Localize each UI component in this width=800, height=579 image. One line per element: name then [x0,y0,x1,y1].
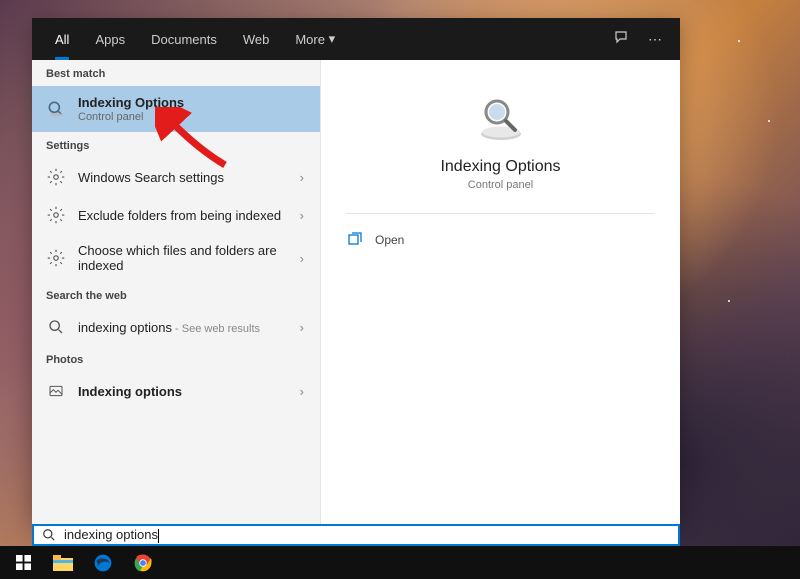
result-title: indexing options - See web results [78,320,288,335]
taskbar-chrome[interactable] [124,546,162,579]
section-photos: Photos [32,346,320,372]
magnifier-icon [46,99,66,119]
result-title: Exclude folders from being indexed [78,208,288,223]
indexing-options-icon [473,90,529,146]
search-input[interactable]: indexing options [64,527,670,543]
gear-icon [46,248,66,268]
section-best-match: Best match [32,60,320,86]
search-box[interactable]: indexing options [32,524,680,546]
result-title: Choose which files and folders are index… [78,243,288,273]
search-icon [42,528,56,542]
taskbar [0,546,800,579]
photo-icon [46,381,66,401]
action-label: Open [375,233,404,247]
result-windows-search-settings[interactable]: Windows Search settings › [32,158,320,196]
result-title: Indexing options [78,384,288,399]
start-button[interactable] [4,546,42,579]
tab-apps[interactable]: Apps [82,18,138,60]
search-panel: All Apps Documents Web More ▾ ⋯ Best mat… [32,18,680,524]
result-choose-files-folders[interactable]: Choose which files and folders are index… [32,234,320,282]
taskbar-file-explorer[interactable] [44,546,82,579]
tab-all[interactable]: All [42,18,82,60]
open-icon [347,232,363,248]
chevron-right-icon: › [300,170,306,185]
result-indexing-options[interactable]: Indexing Options Control panel [32,86,320,132]
chevron-right-icon: › [300,320,306,335]
chevron-right-icon: › [300,251,306,266]
more-options-icon[interactable]: ⋯ [648,31,662,48]
feedback-icon[interactable] [614,30,630,49]
search-icon [46,317,66,337]
section-settings: Settings [32,132,320,158]
result-title: Indexing Options [78,95,306,110]
section-search-web: Search the web [32,282,320,308]
search-tabs: All Apps Documents Web More ▾ ⋯ [32,18,680,60]
chevron-right-icon: › [300,384,306,399]
action-open[interactable]: Open [343,224,658,256]
tab-more[interactable]: More ▾ [282,18,348,60]
result-subtitle: Control panel [78,111,306,123]
result-photos[interactable]: Indexing options › [32,372,320,410]
detail-pane: Indexing Options Control panel Open [320,60,680,524]
detail-subtitle: Control panel [468,179,533,191]
chevron-right-icon: › [300,208,306,223]
result-title: Windows Search settings [78,170,288,185]
results-list: Best match Indexing Options Control pane… [32,60,320,524]
gear-icon [46,205,66,225]
detail-title: Indexing Options [440,158,560,176]
gear-icon [46,167,66,187]
tab-web[interactable]: Web [230,18,283,60]
result-exclude-folders[interactable]: Exclude folders from being indexed › [32,196,320,234]
result-web-search[interactable]: indexing options - See web results › [32,308,320,346]
taskbar-edge[interactable] [84,546,122,579]
tab-documents[interactable]: Documents [138,18,230,60]
